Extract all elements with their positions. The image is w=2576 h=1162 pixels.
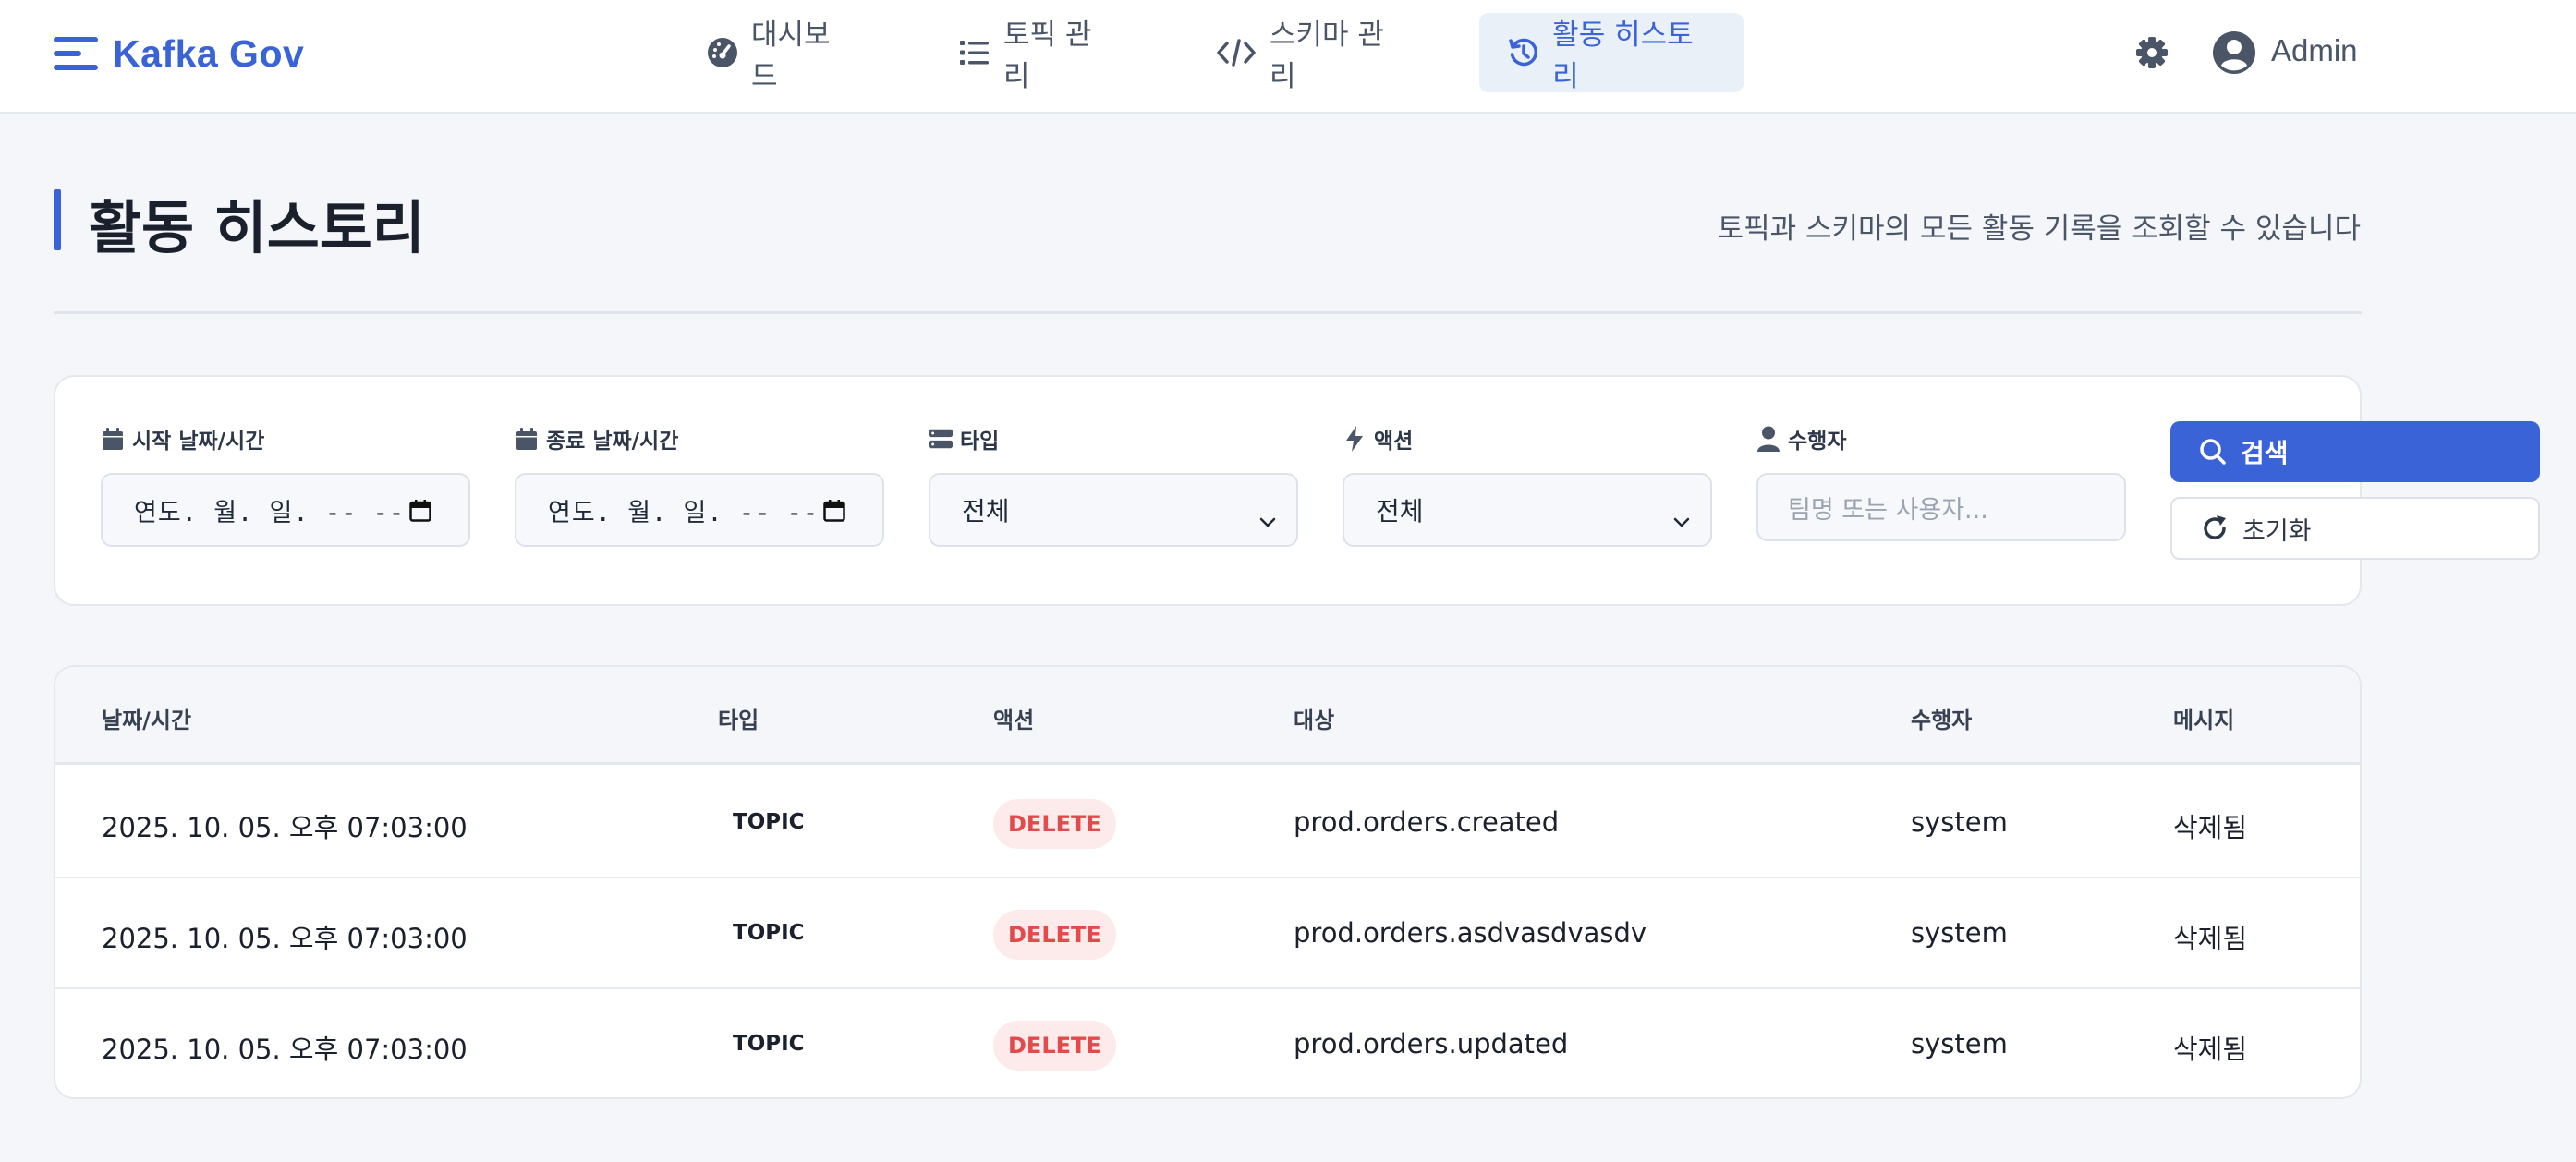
cell-message: 삭제됨 [2173,812,2248,843]
table-row[interactable]: 2025. 10. 05. 오후 07:03:00 TOPIC DELETE p… [55,768,2360,878]
action-select[interactable]: 전체 [1343,473,1712,547]
page-description: 토픽과 스키마의 모든 활동 기록을 조회할 수 있습니다 [1717,212,2361,246]
nav-history[interactable]: 활동 히스토리 [1479,13,1744,93]
start-date-label: 시작 날짜/시간 [132,430,265,454]
type-select-value: 전체 [962,496,1010,527]
page-title: 활동 히스토리 [89,194,425,261]
reset-button[interactable]: 초기화 [2170,497,2540,560]
actor-input[interactable]: 팀명 또는 사용자... [1756,473,2126,541]
gear-icon[interactable] [2135,36,2169,69]
search-button-label: 검색 [2241,438,2289,468]
divider [54,311,2362,314]
nav-schemas-label: 스키마 관리 [1270,18,1384,93]
cell-message: 삭제됨 [2173,923,2248,954]
calendar-icon [515,427,539,451]
user-name[interactable]: Admin [2271,33,2358,68]
cell-type: TOPIC [733,921,805,945]
user-avatar-icon[interactable] [2212,30,2256,75]
title-accent-bar [54,189,61,250]
end-date-input[interactable]: 연도. 월. 일. -- -- [515,473,884,547]
refresh-icon [2200,514,2230,543]
cell-target: prod.orders.created [1294,806,1560,838]
cell-datetime: 2025. 10. 05. 오후 07:03:00 [102,812,468,843]
cell-actor: system [1911,917,2008,949]
nav-schemas[interactable]: 스키마 관리 [1188,13,1430,93]
search-button[interactable]: 검색 [2170,421,2540,482]
type-label: 타입 [960,430,1000,454]
dashboard-gauge-icon [707,36,738,69]
column-header-datetime[interactable]: 날짜/시간 [102,702,191,734]
end-date-value: 연도. 월. 일. -- -- [548,498,820,527]
code-icon [1216,36,1257,69]
cell-target: prod.orders.updated [1294,1028,1569,1059]
start-date-filter: 시작 날짜/시간 연도. 월. 일. -- -- [101,425,470,547]
type-select[interactable]: 전체 [929,473,1298,547]
column-header-actor[interactable]: 수행자 [1911,702,1972,734]
cell-actor: system [1911,806,2008,838]
type-filter: 타입 전체 [929,425,1298,547]
action-select-value: 전체 [1376,496,1424,527]
search-icon [2198,437,2228,466]
brand[interactable]: Kafka Gov [54,28,304,79]
actor-placeholder: 팀명 또는 사용자... [1788,495,1988,525]
chevron-down-icon [1673,504,1690,527]
table-row[interactable]: 2025. 10. 05. 오후 07:03:00 TOPIC DELETE p… [55,878,2360,989]
chevron-down-icon [1259,504,1276,527]
nav-dashboard[interactable]: 대시보드 [679,13,875,93]
history-table: 날짜/시간 타입 액션 대상 수행자 메시지 2025. 10. 05. 오후 … [54,665,2362,1099]
table-row[interactable]: 2025. 10. 05. 오후 07:03:00 TOPIC DELETE p… [55,989,2360,1097]
list-icon [959,36,990,69]
action-label: 액션 [1374,430,1414,454]
nav-history-label: 활동 히스토리 [1552,18,1694,93]
column-header-target[interactable]: 대상 [1294,702,1334,734]
action-badge: DELETE [993,910,1116,960]
start-date-input[interactable]: 연도. 월. 일. -- -- [101,473,470,547]
end-date-label: 종료 날짜/시간 [546,430,679,454]
cell-target: prod.orders.asdvasdvasdv [1294,917,1647,949]
server-icon [929,427,953,451]
calendar-picker-icon[interactable] [823,500,845,522]
column-header-action[interactable]: 액션 [993,702,1034,734]
actor-label: 수행자 [1788,430,1847,454]
cell-datetime: 2025. 10. 05. 오후 07:03:00 [102,1034,468,1065]
reset-button-label: 초기화 [2242,516,2312,546]
top-navbar: Kafka Gov 대시보드 토픽 관리 스키마 관리 활동 히스토리 Admi… [0,0,2576,114]
menu-icon[interactable] [54,35,98,72]
history-icon [1507,36,1539,69]
column-header-type[interactable]: 타입 [718,702,759,734]
bolt-icon [1343,426,1367,452]
cell-type: TOPIC [733,810,805,834]
cell-message: 삭제됨 [2173,1034,2248,1065]
column-header-message[interactable]: 메시지 [2173,702,2234,734]
cell-actor: system [1911,1028,2008,1059]
action-filter: 액션 전체 [1343,425,1712,547]
nav-dashboard-label: 대시보드 [751,18,831,93]
brand-name: Kafka Gov [113,31,305,75]
nav-topics-label: 토픽 관리 [1003,18,1092,93]
action-badge: DELETE [993,799,1116,849]
user-icon [1756,426,1780,452]
action-badge: DELETE [993,1021,1116,1071]
cell-datetime: 2025. 10. 05. 오후 07:03:00 [102,923,468,954]
end-date-filter: 종료 날짜/시간 연도. 월. 일. -- -- [515,425,884,547]
nav-topics[interactable]: 토픽 관리 [931,13,1133,93]
calendar-picker-icon[interactable] [409,500,431,522]
cell-type: TOPIC [733,1032,805,1056]
actor-filter: 수행자 팀명 또는 사용자... [1756,425,2126,541]
start-date-value: 연도. 월. 일. -- -- [134,498,406,527]
calendar-icon [101,427,125,451]
table-header: 날짜/시간 타입 액션 대상 수행자 메시지 [55,667,2360,765]
